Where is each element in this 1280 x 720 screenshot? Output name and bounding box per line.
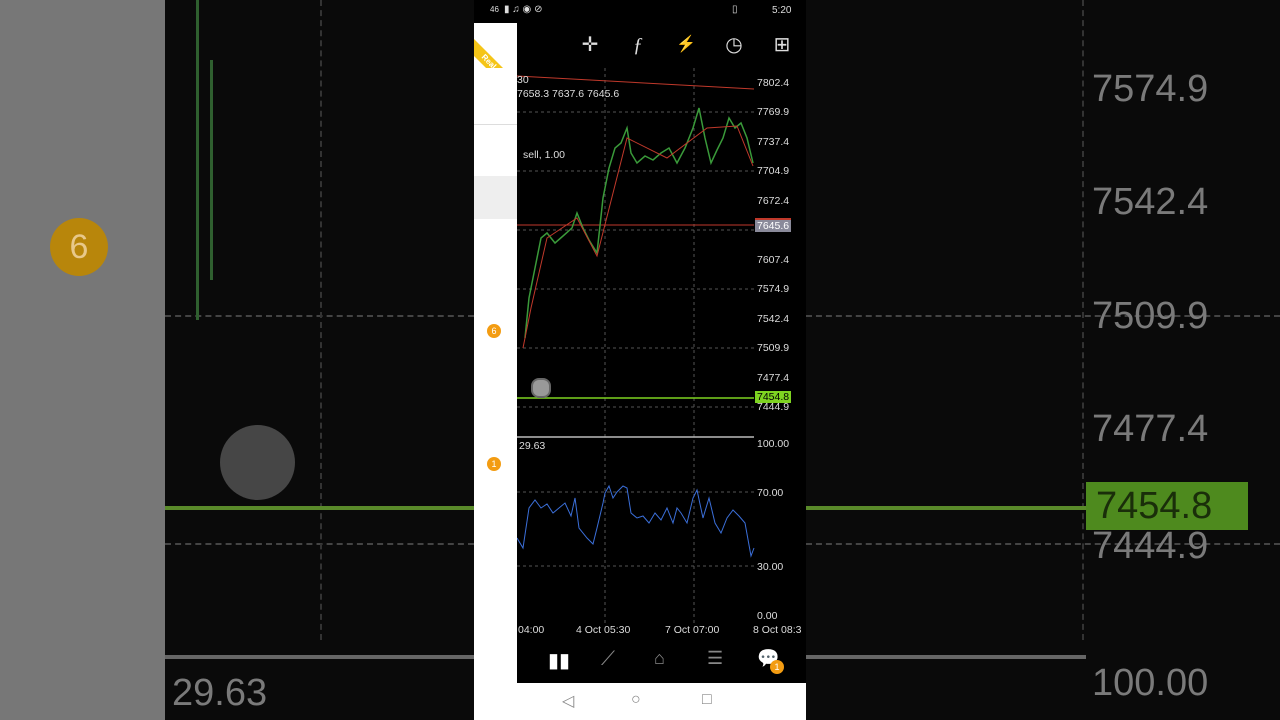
chart-toolbar: ✛ ƒ ⚡ ◷ ⊞ [517,23,806,68]
panel-badge-a: 6 [487,324,501,338]
background-badge: 6 [50,218,108,276]
current-price-tag: 7645.6 [755,218,792,232]
left-panel: 6 1 [474,23,517,683]
home-icon[interactable]: ○ [631,691,641,709]
tab-news-icon[interactable]: ☰ [707,648,723,669]
background-left: 6 29.63 [0,0,474,720]
background-price: 7574.9 [1092,68,1209,110]
recents-icon[interactable]: □ [702,691,712,709]
price-axis-label: 7607.4 [757,254,790,266]
background-price: 7477.4 [1092,408,1209,450]
tab-trade-icon[interactable]: ⟋ [601,648,615,671]
panel-divider [474,124,517,125]
background-price: 7444.9 [1092,525,1209,567]
background-candles [196,0,199,320]
order-label: sell, 1.00 [523,149,566,161]
background-price: 100.00 [1092,662,1209,704]
background-level-line [165,506,474,510]
account-ribbon: Real [474,23,519,68]
timeframe-clock-icon[interactable]: ◷ [722,33,746,57]
background-candles [210,60,213,280]
indicator-value: 29.63 [519,440,546,452]
account-ribbon-label: Real [474,33,518,68]
time-axis-label: 04:00 [518,624,545,636]
indicator-axis-label: 100.00 [757,438,790,450]
status-time: 5:20 [772,5,792,16]
price-axis-label: 7509.9 [757,342,790,354]
indicator-axis-label: 70.00 [757,487,784,499]
indicators-icon[interactable]: ƒ [626,33,650,57]
touch-indicator [531,378,551,398]
price-axis-label: 7737.4 [757,136,790,148]
status-bar: 46 ▮ ♫ ◉ ⊘ ▯ 5:20 [474,0,806,23]
background-level-line [806,506,1086,510]
ohlc-prefix: 30 [517,74,529,86]
background-left-gray-panel [0,0,165,720]
crosshair-icon[interactable]: ✛ [578,33,602,57]
chat-badge: 1 [770,660,784,674]
time-axis-label: 8 Oct 08:3 [753,624,802,636]
price-axis-label: 7542.4 [757,313,790,325]
background-gridline [806,315,1280,317]
price-axis-label: 7802.4 [757,77,790,89]
panel-badge-b: 1 [487,457,501,471]
bottom-tab-bar: ▮▮ ⟋ ⌂ ☰ 💬 1 [517,640,806,683]
background-indicator-value: 29.63 [172,672,268,714]
signal-label: 46 [490,5,499,14]
new-order-icon[interactable]: ⊞ [770,33,794,57]
background-touch-indicator [220,425,295,500]
indicator-axis-label: 30.00 [757,561,784,573]
tab-history-icon[interactable]: ⌂ [654,648,665,669]
system-nav-bar: ◁ ○ □ [474,683,806,720]
background-separator [806,655,1086,659]
background-gridline [320,0,322,640]
time-axis-label: 4 Oct 05:30 [576,624,631,636]
panel-selected-row[interactable] [474,176,517,219]
background-gridline [806,543,1280,545]
background-separator [165,655,474,659]
phone-screen: 46 ▮ ♫ ◉ ⊘ ▯ 5:20 6 1 Real ✛ ƒ ⚡ ◷ ⊞ 30 … [474,0,806,720]
time-axis-label: 7 Oct 07:00 [665,624,720,636]
price-axis-label: 7769.9 [757,106,790,118]
back-icon[interactable]: ◁ [562,691,574,711]
level-price-tag: 7454.8 [755,391,792,403]
indicator-axis-label: 0.00 [757,610,778,622]
ohlc-readout: 7658.3 7637.6 7645.6 [517,88,620,100]
price-axis-label: 7574.9 [757,283,790,295]
price-axis-label: 7704.9 [757,165,790,177]
tab-chart-candles-icon[interactable]: ▮▮ [548,648,570,673]
price-axis-label: 7672.4 [757,195,790,207]
price-axis-label: 7477.4 [757,372,790,384]
battery-icon: ▯ [732,4,738,15]
background-price: 7542.4 [1092,181,1209,223]
chart-area[interactable]: 30 7658.3 7637.6 7645.6 sell, 1.00 7802.… [517,68,806,638]
background-level-tag: 7454.8 [1086,482,1248,530]
notification-icons: ▮ ♫ ◉ ⊘ [504,4,543,15]
background-right: 7574.9 7542.4 7509.9 7477.4 7454.8 7444.… [806,0,1280,720]
background-gridline [1082,0,1084,640]
background-price: 7509.9 [1092,295,1209,337]
objects-icon[interactable]: ⚡ [674,33,698,57]
